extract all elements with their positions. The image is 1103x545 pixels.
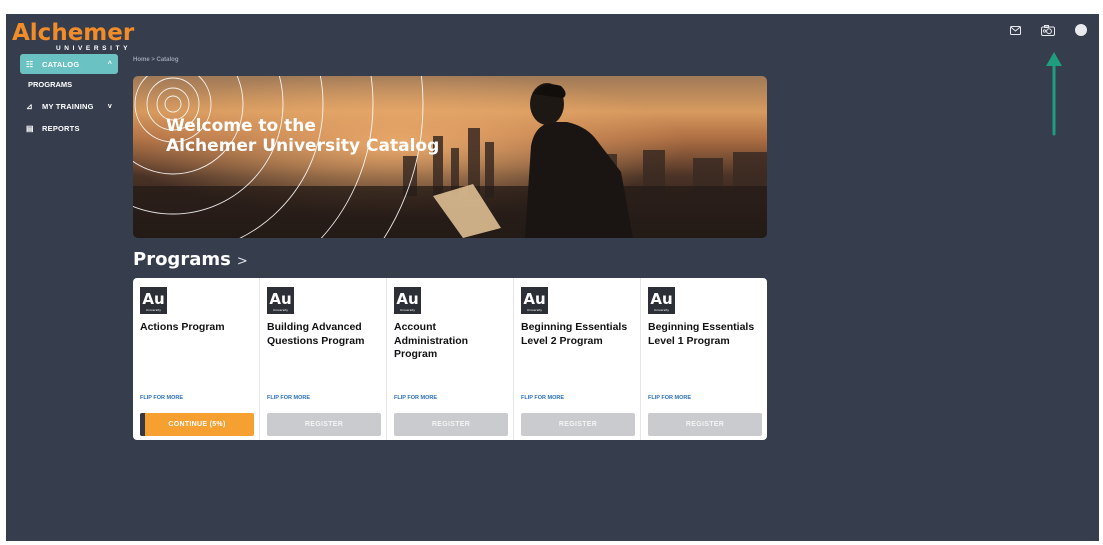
register-button[interactable]: REGISTER xyxy=(267,413,381,436)
chevron-up-icon: ^ xyxy=(107,60,112,68)
sidebar-item-label: MY TRAINING xyxy=(42,101,94,111)
report-icon: ▤ xyxy=(26,123,34,133)
top-icons xyxy=(1010,24,1087,36)
programs-heading[interactable]: Programs > xyxy=(133,249,248,270)
app-frame: Alchemer UNIVERSITY ☷ CATALOG ^ PROGRAMS… xyxy=(6,14,1099,541)
flip-for-more-link[interactable]: FLIP FOR MORE xyxy=(394,395,437,401)
program-card[interactable]: Au University Building Advanced Questions… xyxy=(260,278,387,440)
program-card[interactable]: Au University Beginning Essentials Level … xyxy=(641,278,767,440)
program-cards: Au University Actions Program FLIP FOR MO… xyxy=(133,278,767,440)
camera-icon[interactable] xyxy=(1041,24,1055,36)
register-button[interactable]: REGISTER xyxy=(648,413,762,436)
sidebar: ☷ CATALOG ^ PROGRAMS ⊿ MY TRAINING v ▤ R… xyxy=(6,54,122,138)
au-logo-icon: Au University xyxy=(394,287,421,314)
sidebar-item-reports[interactable]: ▤ REPORTS xyxy=(20,118,118,138)
logo-subtitle: UNIVERSITY xyxy=(56,45,132,52)
program-card[interactable]: Au University Actions Program FLIP FOR MO… xyxy=(133,278,260,440)
register-button[interactable]: REGISTER xyxy=(394,413,508,436)
au-logo-icon: Au University xyxy=(648,287,675,314)
hero-title: Welcome to the Alchemer University Catal… xyxy=(166,116,439,156)
flip-for-more-link[interactable]: FLIP FOR MORE xyxy=(267,395,310,401)
hero-title-line1: Welcome to the xyxy=(166,116,316,136)
hero-banner: Welcome to the Alchemer University Catal… xyxy=(133,76,767,238)
chart-icon: ⊿ xyxy=(26,101,33,111)
catalog-icon: ☷ xyxy=(26,59,34,69)
card-title: Actions Program xyxy=(140,321,225,333)
chevron-right-icon: > xyxy=(236,254,248,269)
card-title: Building Advanced Questions Program xyxy=(267,321,365,347)
flip-for-more-link[interactable]: FLIP FOR MORE xyxy=(140,395,183,401)
card-title: Account Administration Program xyxy=(394,321,469,360)
sidebar-item-catalog[interactable]: ☷ CATALOG ^ xyxy=(20,54,118,74)
flip-for-more-link[interactable]: FLIP FOR MORE xyxy=(648,395,691,401)
sidebar-item-label: REPORTS xyxy=(42,123,80,133)
sidebar-item-label: CATALOG xyxy=(42,59,80,69)
logo-wordmark: Alchemer xyxy=(12,20,135,46)
card-title: Beginning Essentials Level 1 Program xyxy=(648,321,755,347)
annotation-arrow-icon xyxy=(1046,52,1062,136)
sidebar-item-my-training[interactable]: ⊿ MY TRAINING v xyxy=(20,96,118,116)
breadcrumb[interactable]: Home > Catalog xyxy=(133,57,179,63)
au-logo-icon: Au University xyxy=(140,287,167,314)
au-logo-icon: Au University xyxy=(521,287,548,314)
continue-button[interactable]: CONTINUE (5%) xyxy=(140,413,254,436)
hero-illustration xyxy=(133,76,767,238)
hero-title-line2: Alchemer University Catalog xyxy=(166,136,440,156)
program-card[interactable]: Au University Beginning Essentials Level … xyxy=(514,278,641,440)
flip-for-more-link[interactable]: FLIP FOR MORE xyxy=(521,395,564,401)
au-logo-icon: Au University xyxy=(267,287,294,314)
mail-icon[interactable] xyxy=(1010,25,1021,35)
programs-heading-label: Programs xyxy=(133,249,231,270)
program-card[interactable]: Au University Account Administration Prog… xyxy=(387,278,514,440)
chevron-down-icon: v xyxy=(107,102,112,110)
alchemer-logo[interactable]: Alchemer UNIVERSITY xyxy=(12,20,135,53)
card-title: Beginning Essentials Level 2 Program xyxy=(521,321,628,347)
sidebar-item-programs[interactable]: PROGRAMS xyxy=(6,74,122,96)
avatar[interactable] xyxy=(1075,24,1087,36)
register-button[interactable]: REGISTER xyxy=(521,413,635,436)
